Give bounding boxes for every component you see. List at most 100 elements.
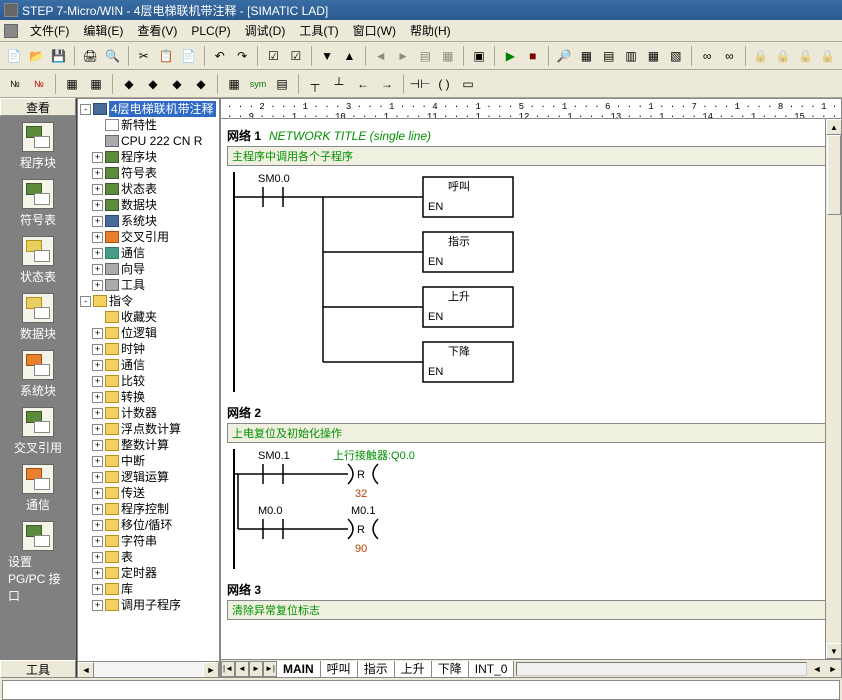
tree-row[interactable]: +向导 xyxy=(80,261,217,277)
tab-呼叫[interactable]: 呼叫 xyxy=(321,661,358,677)
nav-footer[interactable]: 工具 xyxy=(0,660,76,678)
tree-row[interactable]: +转换 xyxy=(80,389,217,405)
tree-expand-icon[interactable]: + xyxy=(92,248,103,259)
cut-icon[interactable]: ✂ xyxy=(134,45,154,67)
tree-row[interactable]: +状态表 xyxy=(80,181,217,197)
lock4-icon[interactable]: 🔒 xyxy=(818,45,838,67)
contact-icon[interactable]: ⊣⊢ xyxy=(409,73,431,95)
tree-expand-icon[interactable]: + xyxy=(92,488,103,499)
tree-expand-icon[interactable]: + xyxy=(92,584,103,595)
menu-plc[interactable]: PLC(P) xyxy=(185,22,236,40)
tree-row[interactable]: +位逻辑 xyxy=(80,325,217,341)
menu-edit[interactable]: 编辑(E) xyxy=(77,20,129,41)
delete-nw-icon[interactable]: № xyxy=(28,73,50,95)
tree-expand-icon[interactable]: + xyxy=(92,344,103,355)
tree-row[interactable]: CPU 222 CN R xyxy=(80,133,217,149)
line-right-icon[interactable]: → xyxy=(376,73,398,95)
scroll-thumb[interactable] xyxy=(827,135,841,215)
tree-row[interactable]: +浮点数计算 xyxy=(80,421,217,437)
print-icon[interactable]: 🖨 xyxy=(80,45,100,67)
nav-item-2[interactable]: 状态表 xyxy=(8,230,68,287)
branch-down-icon[interactable]: ┬ xyxy=(304,73,326,95)
chart4-icon[interactable]: ▧ xyxy=(666,45,686,67)
upload-icon[interactable]: ▲ xyxy=(339,45,359,67)
tabs-hscroll-right[interactable]: ► xyxy=(825,662,841,676)
tree-expand-icon[interactable]: - xyxy=(80,296,91,307)
tree-row[interactable]: +程序控制 xyxy=(80,501,217,517)
tree-row[interactable]: +程序块 xyxy=(80,149,217,165)
tree-expand-icon[interactable]: + xyxy=(92,168,103,179)
save-icon[interactable]: 💾 xyxy=(49,45,69,67)
tree-row[interactable]: +通信 xyxy=(80,357,217,373)
tab-上升[interactable]: 上升 xyxy=(395,661,432,677)
tree-row[interactable]: +时钟 xyxy=(80,341,217,357)
tree-expand-icon[interactable]: + xyxy=(92,600,103,611)
tree-expand-icon[interactable]: + xyxy=(92,264,103,275)
tab-prev-icon[interactable]: ◄ xyxy=(235,661,249,677)
tree-expand-icon[interactable]: + xyxy=(92,392,103,403)
tab-MAIN[interactable]: MAIN xyxy=(277,661,321,677)
editor-vscroll[interactable]: ▲ ▼ xyxy=(825,119,841,659)
nav-item-5[interactable]: 交叉引用 xyxy=(8,401,68,458)
menu-window[interactable]: 窗口(W) xyxy=(347,20,402,41)
tabs-hscroll[interactable] xyxy=(516,662,807,676)
menu-help[interactable]: 帮助(H) xyxy=(404,20,457,41)
toggle1-icon[interactable]: ▦ xyxy=(223,73,245,95)
nav-next-icon[interactable]: ► xyxy=(393,45,413,67)
redo-icon[interactable]: ↷ xyxy=(232,45,252,67)
nav-item-3[interactable]: 数据块 xyxy=(8,287,68,344)
tree-expand-icon[interactable]: + xyxy=(92,472,103,483)
tabs-hscroll-left[interactable]: ◄ xyxy=(809,662,825,676)
nav-prev-icon[interactable]: ◄ xyxy=(371,45,391,67)
tree-expand-icon[interactable]: + xyxy=(92,200,103,211)
zoom-icon[interactable]: ∞ xyxy=(697,45,717,67)
tree-expand-icon[interactable]: + xyxy=(92,424,103,435)
monitor-icon[interactable]: 🔎 xyxy=(554,45,574,67)
nav-item-1[interactable]: 符号表 xyxy=(8,173,68,230)
tree-row[interactable]: +调用子程序 xyxy=(80,597,217,613)
menu-view[interactable]: 查看(V) xyxy=(131,20,183,41)
toggle3-icon[interactable]: ▤ xyxy=(271,73,293,95)
chart1-icon[interactable]: ▤ xyxy=(599,45,619,67)
tree-expand-icon[interactable]: + xyxy=(92,536,103,547)
tree-expand-icon[interactable]: + xyxy=(92,568,103,579)
menu-file[interactable]: 文件(F) xyxy=(24,20,75,41)
tree-hscroll[interactable]: ◄ ► xyxy=(78,661,219,677)
tab-INT_0[interactable]: INT_0 xyxy=(469,661,515,677)
tree-expand-icon[interactable]: + xyxy=(92,184,103,195)
open-icon[interactable]: 📂 xyxy=(26,45,46,67)
bookmark1-icon[interactable]: ◆ xyxy=(118,73,140,95)
tree-expand-icon[interactable]: + xyxy=(92,232,103,243)
tree-expand-icon[interactable]: + xyxy=(92,552,103,563)
network-1-rung[interactable]: SM0.0 呼叫 EN 指示 EN xyxy=(233,172,831,392)
menu-debug[interactable]: 调试(D) xyxy=(239,20,292,41)
coil-icon[interactable]: ( ) xyxy=(433,73,455,95)
tree-expand-icon[interactable]: + xyxy=(92,440,103,451)
copy-icon[interactable]: 📋 xyxy=(156,45,176,67)
tree-row[interactable]: +计数器 xyxy=(80,405,217,421)
tree-expand-icon[interactable]: + xyxy=(92,376,103,387)
bookmark3-icon[interactable]: ◆ xyxy=(166,73,188,95)
tree-row[interactable]: +表 xyxy=(80,549,217,565)
nw2-desc[interactable]: 上电复位及初始化操作 xyxy=(227,423,831,443)
tab-指示[interactable]: 指示 xyxy=(358,661,395,677)
bookmark2-icon[interactable]: ◆ xyxy=(142,73,164,95)
tree-expand-icon[interactable]: + xyxy=(92,216,103,227)
nav-list-icon[interactable]: ▤ xyxy=(415,45,435,67)
tree-row[interactable]: +系统块 xyxy=(80,213,217,229)
nw1-desc[interactable]: 主程序中调用各个子程序 xyxy=(227,146,831,166)
box-icon[interactable]: ▭ xyxy=(457,73,479,95)
stop-icon[interactable]: ■ xyxy=(523,45,543,67)
status-icon[interactable]: ▦ xyxy=(576,45,596,67)
nav-item-7[interactable]: 设置 PG/PC 接口 xyxy=(8,515,68,606)
compile-all-icon[interactable]: ☑ xyxy=(286,45,306,67)
tree-row[interactable]: +逻辑运算 xyxy=(80,469,217,485)
toggle2-icon[interactable]: sym xyxy=(247,73,269,95)
tree-expand-icon[interactable]: + xyxy=(92,152,103,163)
tree-expand-icon[interactable]: + xyxy=(92,280,103,291)
func1-icon[interactable]: ▦ xyxy=(61,73,83,95)
nav-item-4[interactable]: 系统块 xyxy=(8,344,68,401)
nw3-desc[interactable]: 清除异常复位标志 xyxy=(227,600,831,620)
chart2-icon[interactable]: ▥ xyxy=(621,45,641,67)
func2-icon[interactable]: ▦ xyxy=(85,73,107,95)
